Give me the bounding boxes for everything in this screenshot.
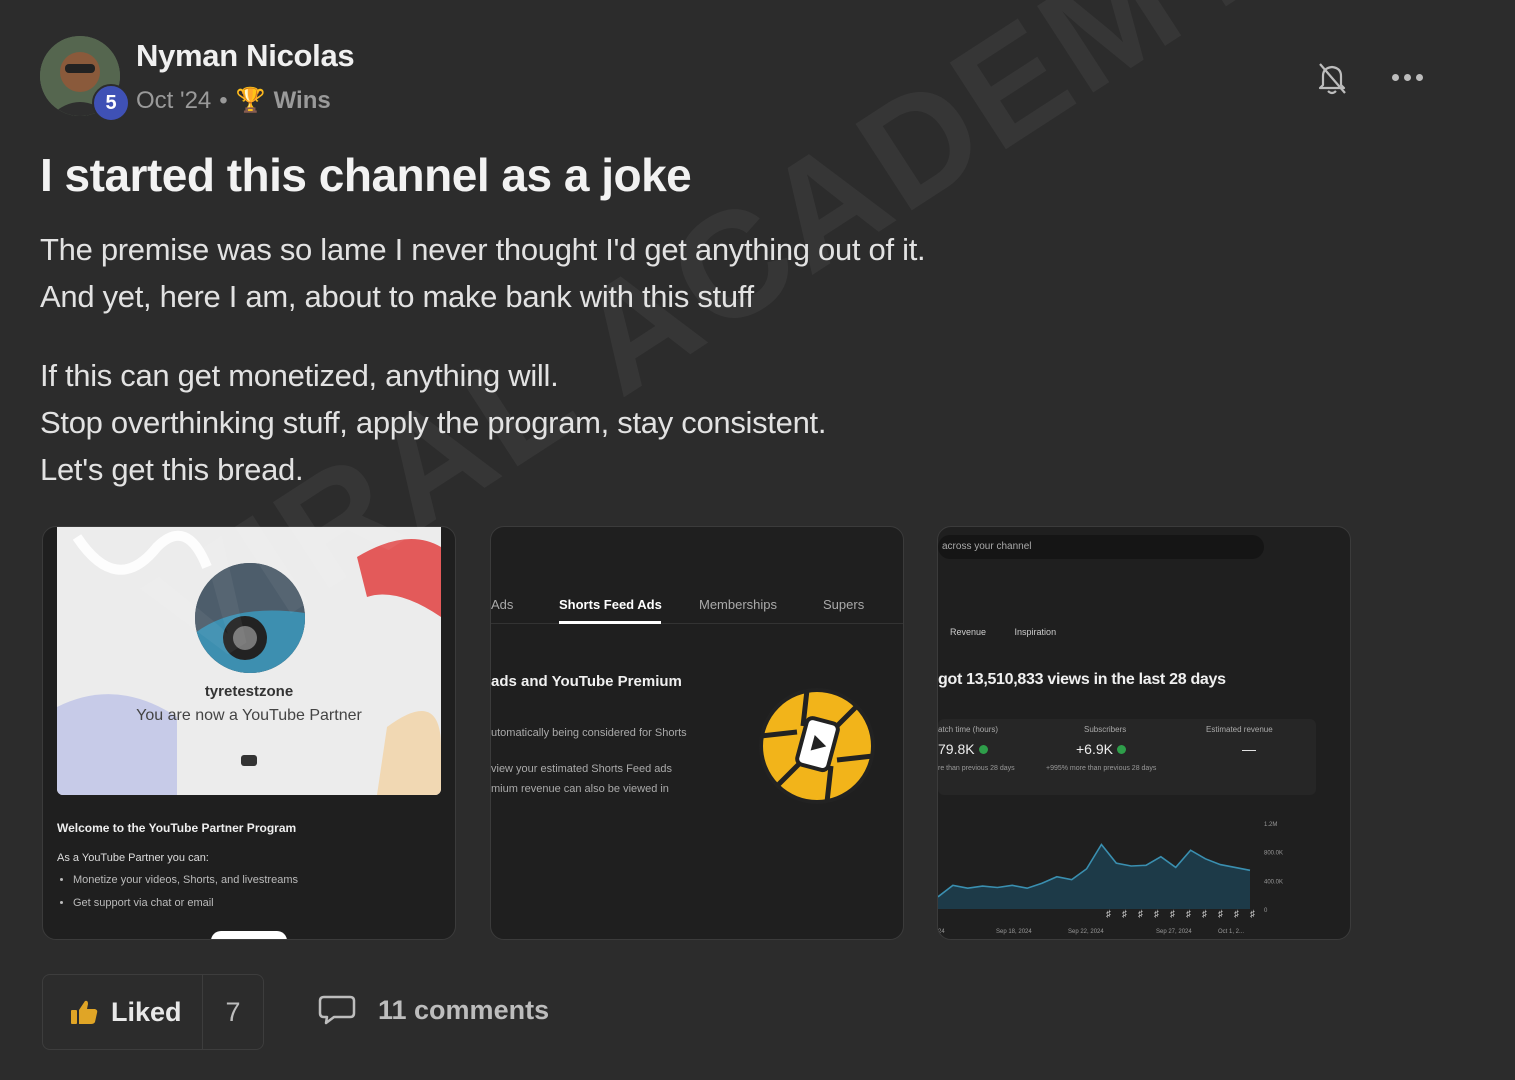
trophy-icon: 🏆 (235, 87, 266, 114)
post: 5 Nyman Nicolas Oct '24 • 🏆 Wins I start… (0, 0, 1515, 1080)
upload-marker-icon: ♯ (1202, 909, 1207, 920)
active-tab-indicator (559, 621, 661, 624)
bell-off-icon (1318, 63, 1346, 95)
body-line: If this can get monetized, anything will… (40, 358, 559, 393)
body-line: The premise was so lame I never thought … (40, 232, 926, 267)
like-group: Liked 7 (42, 974, 264, 1050)
views-area (938, 844, 1250, 909)
more-dot (1416, 73, 1423, 81)
x-tick-label: 24 (938, 929, 945, 935)
upload-marker-icon: ♯ (1186, 909, 1191, 920)
tab-shorts-feed-ads: Shorts Feed Ads (559, 597, 662, 612)
like-button[interactable]: Liked (43, 975, 203, 1049)
stat-sub: +995% more than previous 28 days (1046, 765, 1157, 772)
more-dot (1392, 73, 1399, 81)
tab-supers: Supers (823, 597, 865, 612)
analytics-tabs: Revenue Inspiration (950, 627, 1082, 637)
x-tick-label: Sep 27, 2024 (1156, 929, 1192, 935)
post-date: Oct '24 (136, 86, 212, 114)
stat-label: Estimated revenue (1206, 725, 1273, 734)
y-tick-label: 400.0K (1264, 879, 1283, 885)
up-indicator-icon (978, 745, 988, 754)
list-item: Monetize your videos, Shorts, and livest… (73, 869, 298, 892)
list-item: Get support via chat or email (73, 892, 298, 915)
shorts-heading: ads and YouTube Premium (491, 673, 682, 690)
mute-notifications-button[interactable] (1312, 58, 1352, 98)
comments-button[interactable]: 11 comments (318, 994, 549, 1026)
stat-label: Subscribers (1084, 725, 1127, 734)
upload-marker-icon: ♯ (1106, 909, 1111, 920)
tab-memberships: Memberships (699, 597, 778, 612)
attachment-image-partner[interactable]: tyretestzone You are now a YouTube Partn… (42, 526, 456, 940)
attachment-image-shorts[interactable]: Ads Shorts Feed Ads Memberships Supers a… (490, 526, 904, 940)
more-options-button[interactable] (1392, 62, 1432, 92)
body-line: Let's get this bread. (40, 452, 304, 487)
stat-value: 79.8K (938, 741, 988, 757)
x-tick-label: Oct 1, 2... (1218, 929, 1244, 935)
author-avatar[interactable]: 5 (40, 36, 130, 122)
level-badge: 5 (92, 84, 130, 122)
upload-marker-icon: ♯ (1218, 909, 1223, 920)
benefits-intro: As a YouTube Partner you can: (57, 852, 209, 864)
shorts-text: utomatically being considered for Shorts (491, 727, 687, 739)
partner-card: tyretestzone You are now a YouTube Partn… (57, 527, 441, 795)
x-tick-label: Sep 22, 2024 (1068, 929, 1104, 935)
x-tick-label: Sep 18, 2024 (996, 929, 1032, 935)
up-indicator-icon (1116, 745, 1126, 754)
stats-box: atch time (hours) 79.8K re than previous… (938, 719, 1316, 795)
like-count[interactable]: 7 (203, 997, 263, 1028)
comment-icon (318, 995, 356, 1025)
upload-marker-icon: ♯ (1170, 909, 1175, 920)
upload-marker-icon: ♯ (1154, 909, 1159, 920)
shorts-text: view your estimated Shorts Feed ads (491, 763, 672, 775)
shorts-text: mium revenue can also be viewed in (491, 783, 669, 795)
y-tick-label: 800.0K (1264, 851, 1283, 857)
tab-ads: Ads (491, 597, 514, 612)
post-body: The premise was so lame I never thought … (40, 226, 926, 493)
youtube-icon (241, 755, 257, 766)
y-tick-label: 0 (1264, 908, 1268, 914)
like-label: Liked (111, 996, 182, 1027)
upload-marker-icon: ♯ (1138, 909, 1143, 920)
tab-revenue: Revenue (950, 627, 987, 637)
category-link[interactable]: Wins (274, 87, 331, 115)
thumbs-up-icon (71, 1000, 98, 1024)
analytics-search-bar: across your channel (938, 535, 1264, 559)
stat-value: — (1242, 741, 1256, 757)
welcome-heading: Welcome to the YouTube Partner Program (57, 821, 297, 835)
shorts-burst-illustration (759, 688, 875, 804)
benefits-list: Monetize your videos, Shorts, and livest… (57, 869, 298, 915)
views-headline: got 13,510,833 views in the last 28 days (938, 671, 1226, 688)
stat-sub: re than previous 28 days (938, 765, 1015, 772)
body-line: And yet, here I am, about to make bank w… (40, 279, 754, 314)
post-meta: Oct '24 • 🏆 Wins (136, 86, 331, 115)
upload-marker-icon: ♯ (1250, 909, 1255, 920)
upload-marker-icon: ♯ (1234, 909, 1239, 920)
channel-avatar (195, 563, 305, 673)
stat-label: atch time (hours) (938, 725, 999, 734)
stat-value: +6.9K (1076, 741, 1126, 757)
post-title: I started this channel as a joke (40, 149, 692, 201)
body-line: Stop overthinking stuff, apply the progr… (40, 405, 827, 440)
views-chart: 1.2M 800.0K 400.0K 0 ♯ ♯ ♯ ♯ ♯ ♯ ♯ ♯ ♯ ♯ 24 Sep 18, 202… (938, 822, 1283, 935)
tab-inspiration: Inspiration (1014, 627, 1057, 637)
more-dot (1404, 73, 1411, 81)
comments-label: 11 comments (378, 994, 550, 1025)
y-tick-label: 1.2M (1264, 822, 1277, 828)
upload-marker-icon: ♯ (1122, 909, 1127, 920)
attachment-image-analytics[interactable]: across your channel Revenue Inspiration … (937, 526, 1351, 940)
channel-name: tyretestzone (204, 683, 294, 700)
cta-button (211, 931, 287, 939)
monetization-tabs: Ads Shorts Feed Ads Memberships Supers (491, 593, 903, 624)
partner-status: You are now a YouTube Partner (136, 707, 362, 724)
author-name[interactable]: Nyman Nicolas (136, 38, 355, 74)
meta-separator: • (219, 86, 228, 114)
